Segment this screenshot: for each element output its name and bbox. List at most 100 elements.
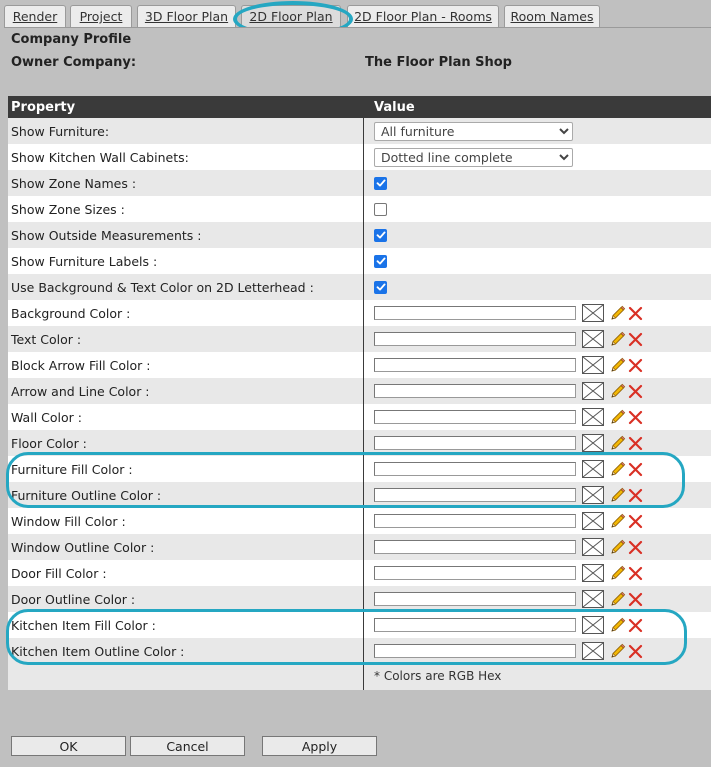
empty-swatch-icon[interactable]	[576, 408, 604, 426]
pencil-icon[interactable]	[604, 383, 626, 399]
tab-project[interactable]: Project	[70, 5, 132, 27]
delete-x-icon[interactable]	[626, 488, 643, 503]
kitchen-item-fill-color-input[interactable]	[374, 618, 576, 632]
delete-x-icon[interactable]	[626, 332, 643, 347]
block-arrow-fill-color-input[interactable]	[374, 358, 576, 372]
background-color-input[interactable]	[374, 306, 576, 320]
empty-swatch-icon[interactable]	[576, 330, 604, 348]
property-label: Floor Color :	[11, 435, 87, 451]
tab-2d-floor-plan[interactable]: 2D Floor Plan	[241, 5, 341, 27]
pencil-icon[interactable]	[604, 409, 626, 425]
pencil-icon[interactable]	[604, 461, 626, 477]
floor-color-input[interactable]	[374, 436, 576, 450]
arrow-and-line-color-input[interactable]	[374, 384, 576, 398]
delete-x-icon[interactable]	[626, 358, 643, 373]
empty-swatch-icon[interactable]	[576, 642, 604, 660]
tab-2d-floor-plan-rooms[interactable]: 2D Floor Plan - Rooms	[347, 5, 499, 27]
empty-swatch-icon[interactable]	[576, 616, 604, 634]
pencil-icon[interactable]	[604, 591, 626, 607]
tab-render[interactable]: Render	[4, 5, 66, 27]
wall-color-input[interactable]	[374, 410, 576, 424]
header-value: Value	[374, 99, 415, 115]
apply-button[interactable]: Apply	[262, 736, 377, 756]
empty-swatch-icon[interactable]	[576, 460, 604, 478]
property-grid: Property Value Show Furniture: All furnit…	[8, 96, 711, 690]
kitchen-item-outline-color-input[interactable]	[374, 644, 576, 658]
property-label: Arrow and Line Color :	[11, 383, 150, 399]
property-value	[374, 404, 643, 430]
tab-bar: Render Project 3D Floor Plan 2D Floor Pl…	[0, 0, 711, 37]
delete-x-icon[interactable]	[626, 566, 643, 581]
property-label: Show Zone Names :	[11, 175, 137, 191]
property-value	[374, 274, 387, 300]
delete-x-icon[interactable]	[626, 410, 643, 425]
pencil-icon[interactable]	[604, 513, 626, 529]
property-label: Background Color :	[11, 305, 131, 321]
ok-button[interactable]: OK	[11, 736, 126, 756]
delete-x-icon[interactable]	[626, 436, 643, 451]
empty-swatch-icon[interactable]	[576, 590, 604, 608]
property-row-show-outside-measurements: Show Outside Measurements :	[8, 222, 711, 248]
furniture-fill-color-input[interactable]	[374, 462, 576, 476]
empty-swatch-icon[interactable]	[576, 304, 604, 322]
pencil-icon[interactable]	[604, 435, 626, 451]
empty-swatch-icon[interactable]	[576, 356, 604, 374]
empty-swatch-icon[interactable]	[576, 486, 604, 504]
empty-swatch-icon[interactable]	[576, 512, 604, 530]
property-row-door-fill-color: Door Fill Color :	[8, 560, 711, 586]
property-label: Door Outline Color :	[11, 591, 136, 607]
show-furniture-select[interactable]: All furniture	[374, 121, 573, 141]
window-outline-color-input[interactable]	[374, 540, 576, 554]
show-furniture-labels-checkbox[interactable]	[374, 254, 387, 268]
delete-x-icon[interactable]	[626, 592, 643, 607]
property-value	[374, 326, 643, 352]
pencil-icon[interactable]	[604, 305, 626, 321]
property-value	[374, 352, 643, 378]
delete-x-icon[interactable]	[626, 462, 643, 477]
property-row-show-zone-sizes: Show Zone Sizes :	[8, 196, 711, 222]
text-color-input[interactable]	[374, 332, 576, 346]
property-row-door-outline-color: Door Outline Color :	[8, 586, 711, 612]
empty-swatch-icon[interactable]	[576, 434, 604, 452]
pencil-icon[interactable]	[604, 643, 626, 659]
tab-room-names[interactable]: Room Names	[504, 5, 600, 27]
pencil-icon[interactable]	[604, 357, 626, 373]
grid-footer: * Colors are RGB Hex	[8, 664, 711, 690]
delete-x-icon[interactable]	[626, 306, 643, 321]
use-background-text-color-on-2d-letterhead-checkbox[interactable]	[374, 280, 387, 294]
column-divider	[363, 118, 364, 690]
delete-x-icon[interactable]	[626, 384, 643, 399]
pencil-icon[interactable]	[604, 565, 626, 581]
pencil-icon[interactable]	[604, 331, 626, 347]
show-zone-sizes-checkbox[interactable]	[374, 202, 387, 216]
show-outside-measurements-checkbox[interactable]	[374, 228, 387, 242]
pencil-icon[interactable]	[604, 539, 626, 555]
property-row-window-outline-color: Window Outline Color :	[8, 534, 711, 560]
cancel-button[interactable]: Cancel	[130, 736, 245, 756]
furniture-outline-color-input[interactable]	[374, 488, 576, 502]
pencil-icon[interactable]	[604, 487, 626, 503]
delete-x-icon[interactable]	[626, 644, 643, 659]
delete-x-icon[interactable]	[626, 514, 643, 529]
owner-company-value: The Floor Plan Shop	[365, 55, 512, 70]
property-value	[374, 222, 387, 248]
property-row-window-fill-color: Window Fill Color :	[8, 508, 711, 534]
show-zone-names-checkbox[interactable]	[374, 176, 387, 190]
window-fill-color-input[interactable]	[374, 514, 576, 528]
empty-swatch-icon[interactable]	[576, 382, 604, 400]
property-row-show-kitchen-wall-cabinets: Show Kitchen Wall Cabinets: Dotted line c…	[8, 144, 711, 170]
property-label: Window Outline Color :	[11, 539, 155, 555]
checkmark-icon	[376, 257, 385, 265]
property-value	[374, 196, 387, 222]
grid-header: Property Value	[8, 96, 711, 118]
delete-x-icon[interactable]	[626, 540, 643, 555]
property-value	[374, 534, 643, 560]
show-kitchen-wall-cabinets-select[interactable]: Dotted line complete	[374, 147, 573, 167]
empty-swatch-icon[interactable]	[576, 564, 604, 582]
empty-swatch-icon[interactable]	[576, 538, 604, 556]
delete-x-icon[interactable]	[626, 618, 643, 633]
door-fill-color-input[interactable]	[374, 566, 576, 580]
door-outline-color-input[interactable]	[374, 592, 576, 606]
tab-3d-floor-plan[interactable]: 3D Floor Plan	[137, 5, 236, 27]
pencil-icon[interactable]	[604, 617, 626, 633]
